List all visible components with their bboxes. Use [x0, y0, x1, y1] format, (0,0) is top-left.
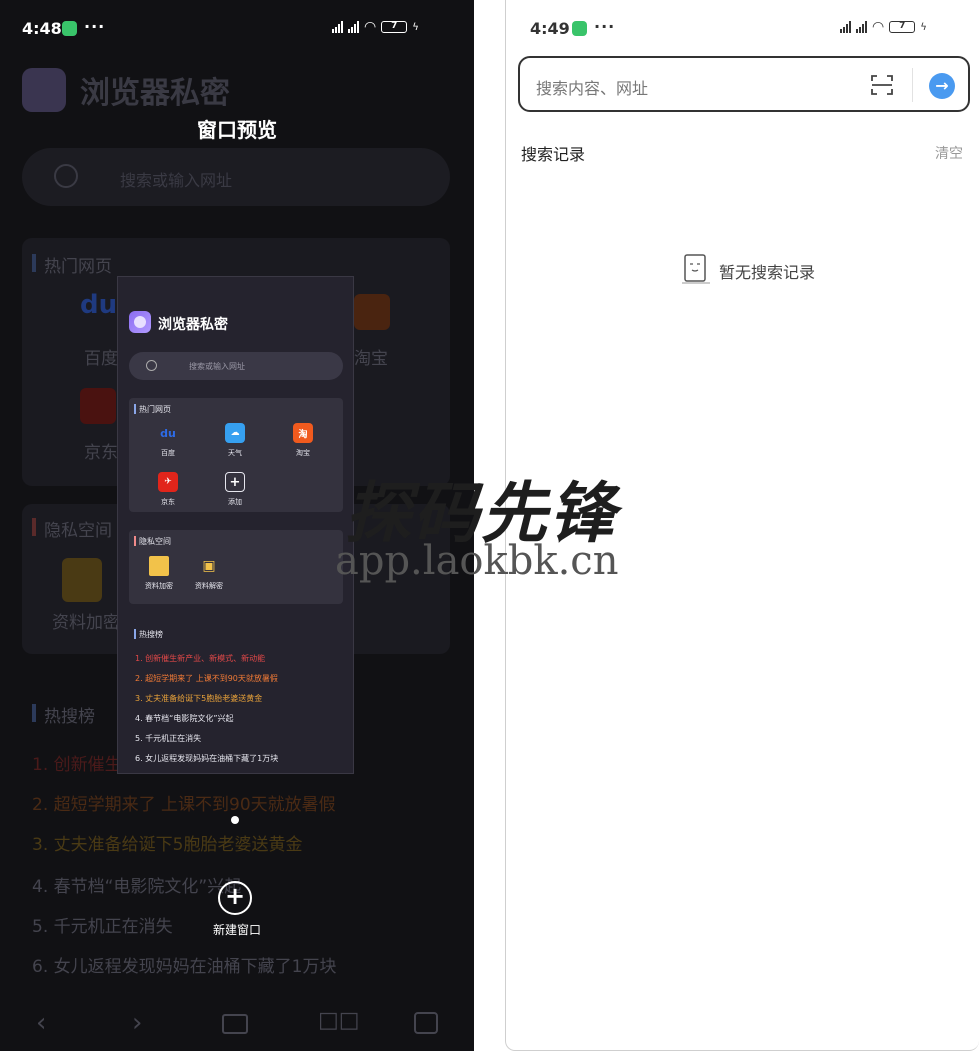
search-input[interactable]: 搜索内容、网址 [536, 75, 648, 99]
card-app-baidu: du 百度 [148, 423, 188, 458]
card-privacy-item-label: 资料解密 [195, 582, 223, 590]
nav-menu-icon: □□ [318, 1008, 360, 1033]
background-trending-3: 3. 丈夫准备给诞下5胞胎老婆送黄金 [32, 835, 303, 855]
preview-title: 窗口预览 [197, 118, 277, 142]
search-history-title: 搜索记录 [521, 145, 586, 164]
card-hot-pages-section: 热门网页 du 百度 ☁ 天气 淘 淘宝 ✈ 京东 + 添加 [129, 398, 343, 512]
screenshot-root: 4:48 ··· ◠ 7 ϟ 浏览器私密 搜索或输入网址 热门网页 du 百度 [0, 0, 979, 1051]
background-app-taobao: 淘宝 [354, 349, 388, 369]
search-icon [146, 360, 157, 371]
card-app-jd: ✈ 京东 [148, 472, 188, 507]
background-trending-6: 6. 女儿返程发现妈妈在油桶下藏了1万块 [32, 957, 337, 977]
card-app-weather: ☁ 天气 [215, 423, 255, 458]
card-privacy-section: 隐私空间 资料加密 ▣ 资料解密 [129, 530, 343, 604]
signal-icon [332, 21, 343, 33]
search-icon [54, 164, 78, 188]
search-bar[interactable]: 搜索内容、网址 → [518, 56, 970, 112]
app-logo-icon [22, 68, 66, 112]
background-trending-label: 热搜榜 [44, 707, 95, 727]
status-time: 4:49 [530, 19, 570, 38]
background-app-title: 浏览器私密 [80, 76, 230, 111]
card-app-label: 京东 [161, 498, 175, 506]
folder-lock-icon [149, 556, 169, 576]
card-app-taobao: 淘 淘宝 [283, 423, 323, 458]
nav-home-icon [414, 1012, 438, 1034]
go-button[interactable]: → [929, 73, 955, 99]
signal-icon [840, 21, 851, 33]
background-search-placeholder: 搜索或输入网址 [120, 171, 233, 190]
folder-lock-icon [62, 558, 102, 602]
taobao-icon: 淘 [293, 423, 313, 443]
window-preview-card[interactable]: 浏览器私密 搜索或输入网址 热门网页 du 百度 ☁ 天气 淘 淘宝 ✈ 京东 … [117, 276, 354, 774]
shield-icon [62, 21, 77, 36]
taobao-icon [354, 294, 390, 330]
card-trending-4: 4. 春节档“电影院文化”兴起 [135, 714, 234, 723]
scan-icon[interactable] [870, 73, 894, 97]
watermark-url: app.laokbk.cn [335, 538, 619, 584]
more-dots-icon: ··· [594, 17, 616, 36]
status-bar: 4:48 ··· ◠ 7 ϟ [0, 0, 474, 56]
background-header: 浏览器私密 [22, 68, 230, 112]
jd-icon: ✈ [158, 472, 178, 492]
background-privacy-label: 隐私空间 [44, 521, 112, 541]
card-trending-5: 5. 千元机正在消失 [135, 734, 202, 743]
card-search-placeholder: 搜索或输入网址 [189, 362, 245, 371]
card-trending-3: 3. 丈夫准备给诞下5胞胎老婆送黄金 [135, 694, 263, 703]
card-app-title: 浏览器私密 [158, 317, 228, 333]
background-trending-1: 1. 创新催生 [32, 755, 122, 775]
background-trending-4: 4. 春节档“电影院文化”兴起 [32, 877, 242, 897]
jd-icon [80, 388, 116, 424]
card-trending-2: 2. 超短学期来了 上课不到90天就放暑假 [135, 674, 278, 683]
background-app-baidu: 百度 [84, 349, 118, 369]
card-privacy-decrypt: ▣ 资料解密 [189, 556, 229, 591]
empty-history-text: 暂无搜索记录 [719, 263, 816, 282]
card-app-label: 百度 [161, 449, 175, 457]
app-logo-icon [129, 311, 151, 333]
card-trending-6: 6. 女儿返程发现妈妈在油桶下藏了1万块 [135, 754, 279, 763]
signal-icon-2 [348, 21, 359, 33]
wifi-icon: ◠ [364, 19, 377, 35]
card-app-label: 天气 [228, 449, 242, 457]
signal-icon-2 [856, 21, 867, 33]
nav-back-icon: ‹ [36, 1008, 47, 1038]
card-app-add: + 添加 [215, 472, 255, 507]
card-hot-pages-label: 热门网页 [139, 405, 171, 414]
empty-document-icon [682, 254, 710, 284]
card-app-label: 添加 [228, 498, 242, 506]
status-bar: 4:49 ··· ◠ 7 ϟ [506, 0, 979, 56]
charging-icon: ϟ [920, 21, 927, 33]
card-privacy-label: 隐私空间 [139, 537, 171, 546]
new-window-label: 新建窗口 [212, 923, 261, 937]
baidu-icon: du [160, 426, 176, 440]
search-divider [912, 68, 913, 102]
add-icon: + [225, 472, 245, 492]
status-time: 4:48 [22, 19, 62, 38]
battery-icon: 7 [381, 21, 408, 33]
card-app-label: 淘宝 [296, 449, 310, 457]
background-privacy-item: 资料加密 [52, 613, 120, 633]
baidu-icon: du [80, 290, 118, 320]
new-window-button[interactable]: + [218, 881, 252, 915]
weather-icon: ☁ [225, 423, 245, 443]
wifi-icon: ◠ [872, 19, 885, 35]
card-privacy-item-label: 资料加密 [145, 582, 173, 590]
more-dots-icon: ··· [84, 17, 106, 36]
page-indicator-dot [231, 816, 239, 824]
background-app-jd: 京东 [84, 443, 118, 463]
nav-forward-icon: › [132, 1008, 143, 1038]
card-trending-label: 热搜榜 [139, 630, 163, 639]
shield-icon [572, 21, 587, 36]
battery-icon: 7 [889, 21, 916, 33]
nav-windows-icon [222, 1014, 248, 1034]
card-search-bar: 搜索或输入网址 [129, 352, 343, 380]
charging-icon: ϟ [412, 21, 419, 33]
background-hot-pages-label: 热门网页 [44, 257, 112, 277]
clear-history-button[interactable]: 清空 [935, 143, 963, 163]
card-trending-1: 1. 创新催生新产业、新模式、新动能 [135, 654, 266, 663]
card-privacy-encrypt: 资料加密 [139, 556, 179, 591]
background-search-bar: 搜索或输入网址 [22, 148, 450, 206]
unlock-icon: ▣ [202, 558, 216, 574]
background-trending-2: 2. 超短学期来了 上课不到90天就放暑假 [32, 795, 336, 815]
